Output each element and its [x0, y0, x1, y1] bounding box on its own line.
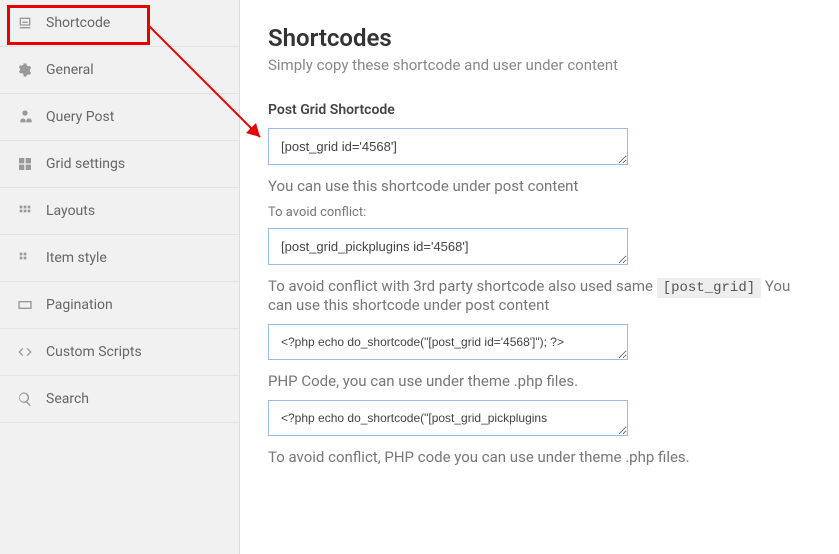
- sidebar-item-label: Grid settings: [46, 156, 125, 172]
- sidebar-item-label: Item style: [46, 250, 107, 266]
- hint-1: You can use this shortcode under post co…: [268, 177, 811, 195]
- sidebar-item-general[interactable]: General: [0, 47, 239, 94]
- sidebar-item-label: General: [46, 62, 94, 78]
- hint-4: To avoid conflict, PHP code you can use …: [268, 448, 811, 466]
- sidebar-item-grid-settings[interactable]: Grid settings: [0, 141, 239, 188]
- content-panel: Shortcodes Simply copy these shortcode a…: [240, 0, 839, 554]
- sidebar: Shortcode General Query Post Grid settin…: [0, 0, 240, 554]
- inline-code: [post_grid]: [657, 278, 761, 298]
- gear-icon: [16, 61, 34, 79]
- sidebar-item-label: Pagination: [46, 297, 113, 313]
- item-style-icon: [16, 249, 34, 267]
- shortcode-field-1[interactable]: [post_grid id='4568']: [268, 128, 628, 165]
- sidebar-item-query-post[interactable]: Query Post: [0, 94, 239, 141]
- sidebar-item-shortcode[interactable]: Shortcode: [0, 0, 239, 47]
- pagination-icon: [16, 296, 34, 314]
- sidebar-item-item-style[interactable]: Item style: [0, 235, 239, 282]
- sidebar-item-layouts[interactable]: Layouts: [0, 188, 239, 235]
- layouts-icon: [16, 202, 34, 220]
- hint-2: To avoid conflict with 3rd party shortco…: [268, 277, 811, 314]
- code-icon: [16, 343, 34, 361]
- sidebar-item-label: Query Post: [46, 109, 114, 125]
- hint-3: PHP Code, you can use under theme .php f…: [268, 372, 811, 390]
- shortcode-field-2[interactable]: [post_grid_pickplugins id='4568']: [268, 228, 628, 265]
- php-field-2[interactable]: <?php echo do_shortcode("[post_grid_pick…: [268, 400, 628, 436]
- sidebar-item-pagination[interactable]: Pagination: [0, 282, 239, 329]
- sidebar-item-label: Search: [46, 391, 89, 407]
- sidebar-item-label: Layouts: [46, 203, 95, 219]
- shortcode-icon: [16, 14, 34, 32]
- search-icon: [16, 390, 34, 408]
- query-icon: [16, 108, 34, 126]
- section-label: Post Grid Shortcode: [268, 102, 811, 118]
- sidebar-item-search[interactable]: Search: [0, 376, 239, 423]
- page-title: Shortcodes: [268, 24, 811, 52]
- sidebar-item-custom-scripts[interactable]: Custom Scripts: [0, 329, 239, 376]
- grid-icon: [16, 155, 34, 173]
- php-field-1[interactable]: <?php echo do_shortcode("[post_grid id='…: [268, 324, 628, 360]
- page-subtitle: Simply copy these shortcode and user und…: [268, 56, 811, 74]
- avoid-conflict-label: To avoid conflict:: [268, 205, 811, 220]
- sidebar-item-label: Shortcode: [46, 15, 110, 31]
- sidebar-item-label: Custom Scripts: [46, 344, 142, 360]
